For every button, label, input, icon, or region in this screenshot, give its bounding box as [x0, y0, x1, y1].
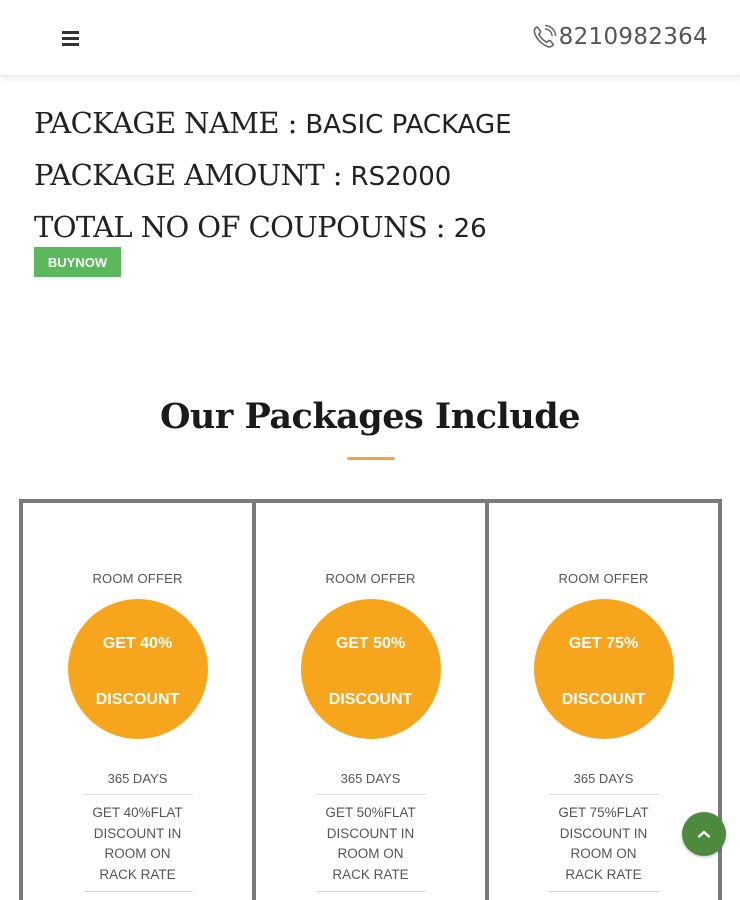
offer-description: GET 40%FLAT DISCOUNT IN ROOM ON RACK RAT… [78, 803, 198, 885]
desc-line: GET 40%FLAT [92, 805, 183, 820]
offer-days: 365 DAYS [107, 771, 168, 786]
offer-card: ROOM OFFER GET 40% DISCOUNT 365 DAYS GET… [23, 503, 252, 900]
desc-line: RACK RATE [565, 866, 642, 882]
desc-line: RACK RATE [332, 866, 409, 882]
desc-line: ROOM ON [104, 846, 171, 861]
offer-days: 365 DAYS [340, 771, 401, 786]
desc-line: GET 50%FLAT [325, 805, 416, 820]
offer-description: GET 50%FLAT DISCOUNT IN ROOM ON RACK RAT… [311, 803, 431, 885]
offer-label: ROOM OFFER [325, 571, 416, 586]
offer-label: ROOM OFFER [558, 571, 649, 586]
desc-line: ROOM ON [337, 846, 404, 861]
package-amount-value: RS2000 [350, 162, 452, 192]
phone-icon [533, 24, 556, 48]
divider [82, 794, 193, 795]
title-underline [347, 457, 395, 460]
hamburger-menu-icon[interactable] [58, 24, 84, 52]
discount-line1: GET 75% [568, 635, 639, 652]
divider [82, 891, 193, 892]
discount-circle: GET 40% DISCOUNT [67, 599, 208, 739]
divider [315, 794, 426, 795]
desc-line: DISCOUNT IN [93, 825, 182, 841]
package-name-row: PACKAGE NAME : BASIC PACKAGE [34, 98, 512, 150]
discount-line2: DISCOUNT [328, 691, 413, 708]
coupons-value: 26 [453, 214, 487, 244]
desc-line: ROOM ON [570, 846, 637, 861]
divider [548, 891, 659, 892]
offer-description: GET 75%FLAT DISCOUNT IN ROOM ON RACK RAT… [544, 803, 664, 885]
divider [548, 794, 659, 795]
desc-line: DISCOUNT IN [326, 825, 415, 841]
phone-number[interactable]: 8210982364 [559, 24, 708, 50]
discount-line2: DISCOUNT [95, 691, 180, 708]
top-navbar: 8210982364 [0, 0, 740, 76]
offer-card: ROOM OFFER GET 50% DISCOUNT 365 DAYS GET… [252, 503, 485, 900]
discount-line1: GET 50% [335, 635, 406, 652]
desc-line: RACK RATE [99, 866, 176, 882]
package-name-value: BASIC PACKAGE [305, 110, 512, 140]
package-info: PACKAGE NAME : BASIC PACKAGE PACKAGE AMO… [34, 98, 512, 254]
discount-line2: DISCOUNT [561, 691, 646, 708]
desc-line: DISCOUNT IN [559, 825, 648, 841]
buy-now-button[interactable]: BUYNOW [34, 247, 121, 277]
section-title: Our Packages Include [159, 396, 581, 437]
coupons-label: TOTAL NO OF COUPOUNS : [34, 210, 454, 244]
phone-contact[interactable]: 8210982364 [531, 22, 708, 52]
discount-line1: GET 40% [102, 635, 173, 652]
offers-grid: ROOM OFFER GET 40% DISCOUNT 365 DAYS GET… [19, 499, 722, 900]
discount-circle: GET 50% DISCOUNT [300, 599, 441, 739]
desc-line: GET 75%FLAT [558, 805, 649, 820]
offer-label: ROOM OFFER [92, 571, 183, 586]
chevron-up-icon [697, 830, 711, 838]
package-amount-row: PACKAGE AMOUNT : RS2000 [34, 150, 512, 202]
scroll-to-top-button[interactable] [682, 812, 726, 856]
divider [315, 891, 426, 892]
package-amount-label: PACKAGE AMOUNT : [34, 158, 351, 192]
discount-circle: GET 75% DISCOUNT [533, 599, 674, 739]
package-name-label: PACKAGE NAME : [34, 106, 306, 140]
offer-days: 365 DAYS [573, 771, 634, 786]
